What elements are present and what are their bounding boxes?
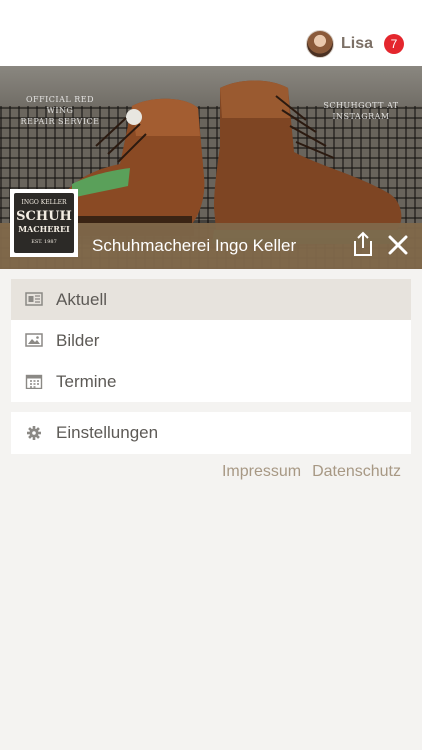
share-icon[interactable] (351, 231, 375, 257)
top-bar: Lisa 7 (0, 0, 422, 66)
hero-overlay-left: OFFICIAL RED WING REPAIR SERVICE (20, 95, 100, 126)
avatar[interactable] (305, 30, 334, 58)
main-menu: Aktuell Bilder Termine (11, 279, 411, 402)
gear-icon (25, 425, 43, 441)
impressum-link[interactable]: Impressum (222, 463, 301, 481)
shop-logo: INGO KELLER SCHUH MACHEREI EST. 1987 (10, 189, 78, 257)
hero-overlay-right: SCHUHGOTT AT INSTAGRAM (323, 101, 399, 121)
shop-title: Schuhmacherei Ingo Keller (92, 236, 297, 255)
newspaper-icon (25, 291, 43, 307)
menu-label: Einstellungen (56, 423, 159, 442)
menu-label: Termine (56, 371, 117, 391)
image-icon (25, 332, 43, 348)
menu-item-termine[interactable]: Termine (11, 361, 411, 402)
calendar-icon (25, 373, 43, 390)
footer-links: Impressum Datenschutz (222, 463, 401, 481)
close-icon[interactable] (388, 235, 408, 255)
menu-item-aktuell[interactable]: Aktuell (11, 279, 411, 320)
menu-item-bilder[interactable]: Bilder (11, 320, 411, 361)
notification-badge[interactable]: 7 (384, 34, 404, 54)
datenschutz-link[interactable]: Datenschutz (312, 463, 401, 481)
user-profile[interactable]: Lisa 7 (305, 29, 404, 59)
settings-menu: Einstellungen (11, 412, 411, 454)
logo-badge: INGO KELLER SCHUH MACHEREI EST. 1987 (14, 193, 74, 253)
menu-item-einstellungen[interactable]: Einstellungen (11, 412, 411, 454)
user-name[interactable]: Lisa (341, 35, 373, 53)
menu-label: Aktuell (56, 289, 108, 309)
menu-label: Bilder (56, 330, 100, 350)
